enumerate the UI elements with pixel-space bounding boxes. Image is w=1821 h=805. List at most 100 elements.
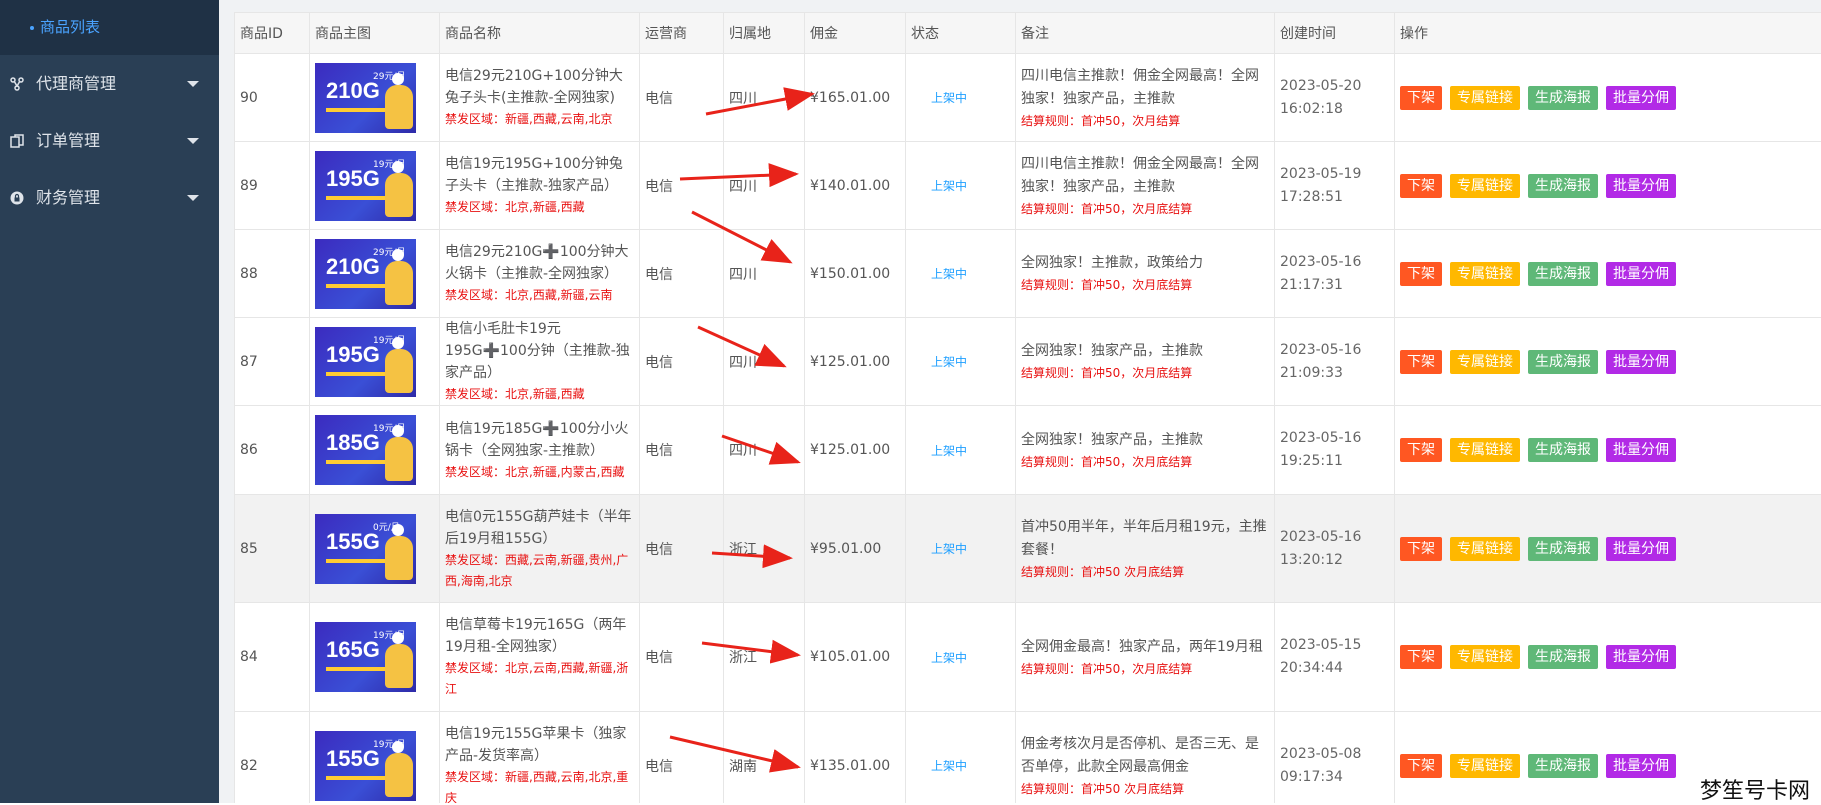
batch-commission-button[interactable]: 批量分佣 — [1606, 537, 1676, 561]
batch-commission-button[interactable]: 批量分佣 — [1606, 438, 1676, 462]
batch-commission-button[interactable]: 批量分佣 — [1606, 174, 1676, 198]
table-row[interactable]: 87195G19元/月电信小毛肚卡19元195G➕100分钟（主推款-独家产品）… — [235, 318, 1821, 406]
image-stripe — [326, 372, 390, 376]
cell-created: 2023-05-20 16:02:18 — [1275, 54, 1395, 142]
product-image[interactable]: 165G19元/月 — [315, 622, 416, 692]
cell-name: 电信草莓卡19元165G（两年19月租-全网独家）禁发区域：北京,云南,西藏,新… — [440, 603, 640, 712]
exclusive-link-button[interactable]: 专属链接 — [1450, 262, 1520, 286]
cell-actions: 下架专属链接生成海报批量分佣 — [1395, 495, 1821, 603]
mascot-head — [392, 249, 404, 261]
take-down-button[interactable]: 下架 — [1400, 262, 1442, 286]
cell-actions: 下架专属链接生成海报批量分佣 — [1395, 318, 1821, 406]
batch-commission-button[interactable]: 批量分佣 — [1606, 86, 1676, 110]
cell-note: 四川电信主推款！佣金全网最高！全网独家！独家产品，主推款结算规则：首冲50，次月… — [1016, 142, 1275, 230]
generate-poster-button[interactable]: 生成海报 — [1528, 262, 1598, 286]
take-down-button[interactable]: 下架 — [1400, 754, 1442, 778]
cell-note: 全网独家！独家产品，主推款结算规则：首冲50，次月底结算 — [1016, 406, 1275, 495]
watermark: 梦笙号卡网 — [1700, 773, 1810, 805]
cell-note: 全网独家！主推款，政策给力结算规则：首冲50，次月底结算 — [1016, 230, 1275, 318]
take-down-button[interactable]: 下架 — [1400, 438, 1442, 462]
cell-name: 电信0元155G葫芦娃卡（半年后19月租155G）禁发区域：西藏,云南,新疆,贵… — [440, 495, 640, 603]
banned-regions: 禁发区域：西藏,云南,新疆,贵州,广西,海南,北京 — [445, 550, 634, 592]
settlement-rule: 结算规则：首冲50，次月底结算 — [1021, 452, 1269, 472]
cell-note: 首冲50用半年，半年后月租19元，主推套餐！结算规则：首冲50 次月底结算 — [1016, 495, 1275, 603]
cell-image: 210G29元/月 — [310, 54, 440, 142]
cell-commission: ¥165.01.00 — [805, 54, 906, 142]
cell-status: 上架中 — [906, 406, 1016, 495]
status-badge: 上架中 — [911, 179, 967, 193]
table-row[interactable]: 82155G19元/月电信19元155G苹果卡（独家产品-发货率高）禁发区域：新… — [235, 712, 1821, 804]
exclusive-link-button[interactable]: 专属链接 — [1450, 174, 1520, 198]
mascot-head — [392, 741, 404, 753]
table-row[interactable]: 90210G29元/月电信29元210G+100分钟大兔子头卡(主推款-全网独家… — [235, 54, 1821, 142]
batch-commission-button[interactable]: 批量分佣 — [1606, 262, 1676, 286]
generate-poster-button[interactable]: 生成海报 — [1528, 537, 1598, 561]
cell-image: 195G19元/月 — [310, 142, 440, 230]
mascot-head — [392, 73, 404, 85]
cell-created: 2023-05-16 19:25:11 — [1275, 406, 1395, 495]
take-down-button[interactable]: 下架 — [1400, 350, 1442, 374]
table-row[interactable]: 86185G19元/月电信19元185G➕100分小火锅卡（全网独家-主推款）禁… — [235, 406, 1821, 495]
sidebar-item-label: 订单管理 — [36, 131, 100, 150]
cell-status: 上架中 — [906, 318, 1016, 406]
cell-region: 四川 — [724, 230, 805, 318]
sidebar-item-product-list[interactable]: 商品列表 — [0, 0, 219, 55]
exclusive-link-button[interactable]: 专属链接 — [1450, 86, 1520, 110]
note-text: 全网独家！主推款，政策给力 — [1021, 252, 1269, 275]
product-name: 电信0元155G葫芦娃卡（半年后19月租155G） — [445, 506, 634, 550]
generate-poster-button[interactable]: 生成海报 — [1528, 438, 1598, 462]
product-image[interactable]: 210G29元/月 — [315, 239, 416, 309]
image-stripe — [326, 460, 390, 464]
product-image[interactable]: 155G0元/月 — [315, 514, 416, 584]
generate-poster-button[interactable]: 生成海报 — [1528, 86, 1598, 110]
cell-carrier: 电信 — [640, 230, 724, 318]
table-row[interactable]: 84165G19元/月电信草莓卡19元165G（两年19月租-全网独家）禁发区域… — [235, 603, 1821, 712]
take-down-button[interactable]: 下架 — [1400, 645, 1442, 669]
exclusive-link-button[interactable]: 专属链接 — [1450, 438, 1520, 462]
exclusive-link-button[interactable]: 专属链接 — [1450, 350, 1520, 374]
exclusive-link-button[interactable]: 专属链接 — [1450, 537, 1520, 561]
image-data-amount: 155G — [326, 746, 380, 772]
created-time: 2023-05-08 09:17:34 — [1280, 743, 1389, 789]
product-image[interactable]: 210G29元/月 — [315, 63, 416, 133]
table-row[interactable]: 88210G29元/月电信29元210G➕100分钟大火锅卡（主推款-全网独家）… — [235, 230, 1821, 318]
generate-poster-button[interactable]: 生成海报 — [1528, 754, 1598, 778]
cell-carrier: 电信 — [640, 712, 724, 804]
table-row[interactable]: 89195G19元/月电信19元195G+100分钟兔子头卡（主推款-独家产品）… — [235, 142, 1821, 230]
product-image[interactable]: 195G19元/月 — [315, 151, 416, 221]
banned-regions: 禁发区域：新疆,西藏,云南,北京,重庆 — [445, 767, 634, 804]
generate-poster-button[interactable]: 生成海报 — [1528, 645, 1598, 669]
product-image[interactable]: 195G19元/月 — [315, 327, 416, 397]
sidebar-item-agent-management[interactable]: 代理商管理 — [0, 55, 219, 112]
header-region: 归属地 — [724, 13, 805, 54]
sidebar-item-order-management[interactable]: 订单管理 — [0, 112, 219, 169]
batch-commission-button[interactable]: 批量分佣 — [1606, 754, 1676, 778]
mascot-figure — [385, 644, 413, 688]
status-badge: 上架中 — [911, 267, 967, 281]
mascot-figure — [385, 85, 413, 129]
take-down-button[interactable]: 下架 — [1400, 86, 1442, 110]
product-image[interactable]: 185G19元/月 — [315, 415, 416, 485]
cell-commission: ¥105.01.00 — [805, 603, 906, 712]
exclusive-link-button[interactable]: 专属链接 — [1450, 645, 1520, 669]
batch-commission-button[interactable]: 批量分佣 — [1606, 645, 1676, 669]
take-down-button[interactable]: 下架 — [1400, 537, 1442, 561]
exclusive-link-button[interactable]: 专属链接 — [1450, 754, 1520, 778]
banned-regions: 禁发区域：新疆,西藏,云南,北京 — [445, 109, 634, 130]
product-image[interactable]: 155G19元/月 — [315, 731, 416, 801]
batch-commission-button[interactable]: 批量分佣 — [1606, 350, 1676, 374]
status-badge: 上架中 — [911, 91, 967, 105]
cell-region: 浙江 — [724, 603, 805, 712]
banned-regions: 禁发区域：北京,西藏,新疆,云南 — [445, 285, 634, 306]
generate-poster-button[interactable]: 生成海报 — [1528, 174, 1598, 198]
cell-name: 电信29元210G+100分钟大兔子头卡(主推款-全网独家)禁发区域：新疆,西藏… — [440, 54, 640, 142]
lock-icon — [10, 191, 24, 205]
mascot-figure — [385, 437, 413, 481]
cell-commission: ¥140.01.00 — [805, 142, 906, 230]
header-note: 备注 — [1016, 13, 1275, 54]
generate-poster-button[interactable]: 生成海报 — [1528, 350, 1598, 374]
sidebar-item-finance-management[interactable]: 财务管理 — [0, 169, 219, 226]
take-down-button[interactable]: 下架 — [1400, 174, 1442, 198]
table-header-row: 商品ID 商品主图 商品名称 运营商 归属地 佣金 状态 备注 创建时间 操作 — [235, 13, 1821, 54]
table-row[interactable]: 85155G0元/月电信0元155G葫芦娃卡（半年后19月租155G）禁发区域：… — [235, 495, 1821, 603]
